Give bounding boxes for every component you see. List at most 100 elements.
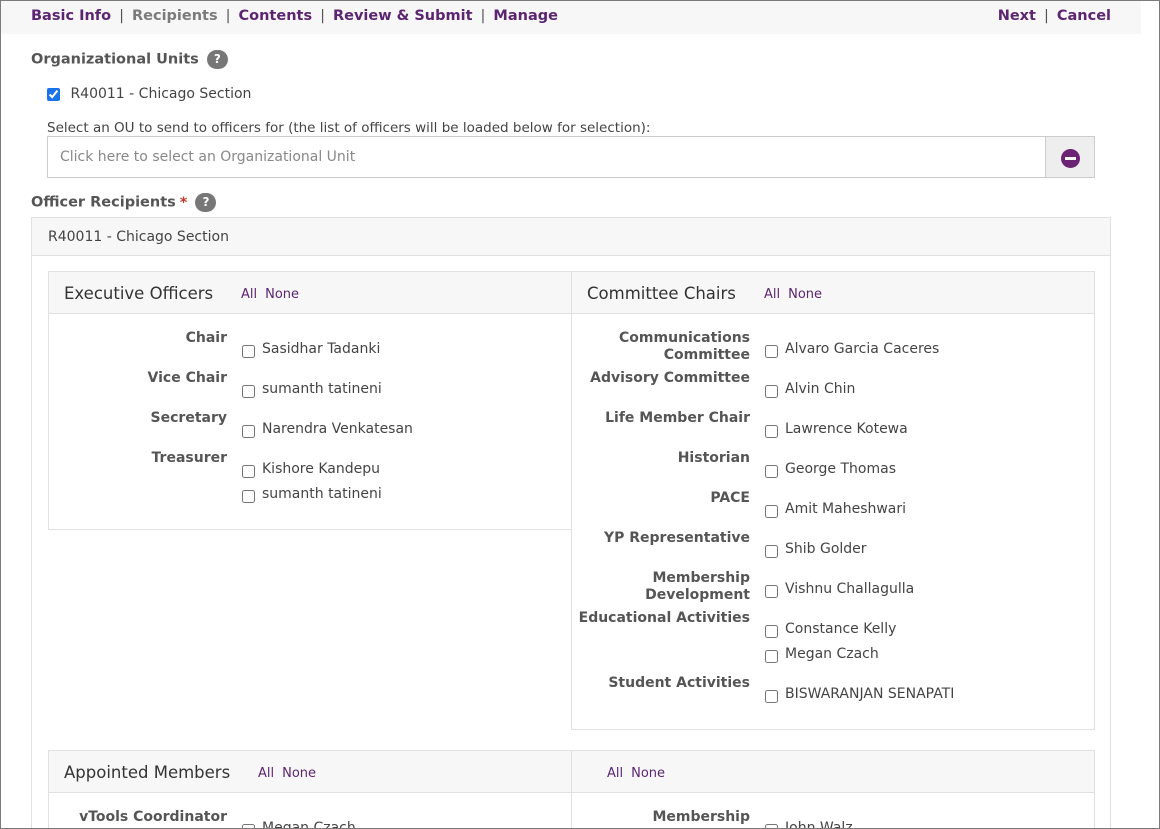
member-checkbox[interactable] (765, 624, 778, 638)
member-name: Vishnu Challagulla (785, 581, 915, 597)
member-option[interactable]: Vishnu Challagulla (765, 581, 915, 598)
member-option[interactable]: Megan Czach (765, 646, 879, 663)
role-label: Student Activities (608, 675, 750, 691)
member-checkbox[interactable] (765, 504, 778, 518)
member-name: Megan Czach (785, 646, 879, 662)
member-name: Megan Czach (262, 820, 356, 829)
member-name: sumanth tatineni (262, 486, 382, 502)
member-name: George Thomas (785, 461, 896, 477)
select-none-link[interactable]: None (788, 287, 822, 302)
selected-ou-option[interactable]: R40011 - Chicago Section (47, 86, 251, 102)
group-header: All None (572, 751, 1094, 793)
member-name: Alvaro Garcia Caceres (785, 341, 940, 357)
role-label: Membership (652, 809, 750, 825)
selected-ou-label: R40011 - Chicago Section (70, 86, 252, 102)
executive-officers-group: Executive Officers All None Chair Sasidha… (48, 271, 572, 530)
role-label: PACE (710, 490, 750, 506)
member-option[interactable]: Alvaro Garcia Caceres (765, 341, 940, 358)
member-checkbox[interactable] (765, 689, 778, 703)
member-name: Shib Golder (785, 541, 867, 557)
select-all-link[interactable]: All (764, 287, 780, 302)
member-checkbox[interactable] (242, 384, 255, 398)
ou-clear-button[interactable] (1045, 136, 1095, 178)
select-links: All None (258, 766, 324, 781)
role-label: Educational Activities (578, 610, 750, 626)
member-option[interactable]: BISWARANJAN SENAPATI (765, 686, 954, 703)
section-header: R40011 - Chicago Section (32, 218, 1110, 256)
nav-separator: | (480, 8, 486, 24)
select-all-link[interactable]: All (607, 766, 623, 781)
select-all-link[interactable]: All (241, 287, 257, 302)
member-checkbox[interactable] (765, 344, 778, 358)
member-option[interactable]: sumanth tatineni (242, 486, 382, 503)
role-label: Vice Chair (147, 370, 227, 386)
officers-panel: R40011 - Chicago Section Executive Offic… (31, 217, 1111, 829)
next-button[interactable]: Next (998, 8, 1036, 24)
role-label: Communications Committee (619, 330, 750, 363)
select-links: All None (241, 287, 307, 302)
member-name: Constance Kelly (785, 621, 897, 637)
member-option[interactable]: Constance Kelly (765, 621, 897, 638)
wizard-nav: Basic Info | Recipients | Contents | Review & … (1, 1, 1141, 34)
group-title: Executive Officers (64, 284, 214, 303)
member-checkbox[interactable] (765, 823, 778, 828)
member-name: Narendra Venkatesan (262, 421, 413, 437)
wizard-actions: Next | Cancel (998, 8, 1111, 24)
group-title: Appointed Members (64, 763, 231, 782)
role-label: Chair (185, 330, 227, 346)
member-checkbox[interactable] (242, 823, 255, 828)
help-icon[interactable]: ? (206, 50, 228, 69)
select-none-link[interactable]: None (282, 766, 316, 781)
select-all-link[interactable]: All (258, 766, 274, 781)
member-checkbox[interactable] (242, 489, 255, 503)
step-contents[interactable]: Contents (239, 8, 313, 24)
officer-recipients-heading: Officer Recipients * ? (31, 193, 217, 212)
member-option[interactable]: George Thomas (765, 461, 896, 478)
role-label: Advisory Committee (590, 370, 750, 386)
member-option[interactable]: Alvin Chin (765, 381, 855, 398)
member-checkbox[interactable] (242, 424, 255, 438)
member-name: Kishore Kandepu (262, 461, 380, 477)
nav-separator: | (119, 8, 124, 24)
step-manage[interactable]: Manage (493, 8, 558, 24)
select-none-link[interactable]: None (265, 287, 299, 302)
member-checkbox[interactable] (242, 464, 255, 478)
member-option[interactable]: sumanth tatineni (242, 381, 382, 398)
group-header: Committee Chairs All None (572, 272, 1094, 314)
member-option[interactable]: Amit Maheshwari (765, 501, 906, 518)
required-marker: * (179, 194, 188, 211)
member-checkbox[interactable] (765, 584, 778, 598)
member-option[interactable]: Narendra Venkatesan (242, 421, 413, 438)
nav-separator: | (1043, 8, 1049, 24)
member-checkbox[interactable] (765, 424, 778, 438)
member-checkbox[interactable] (765, 544, 778, 558)
member-option[interactable]: Sasidhar Tadanki (242, 341, 381, 358)
member-option[interactable]: Lawrence Kotewa (765, 421, 908, 438)
selected-ou-checkbox[interactable] (47, 87, 60, 101)
step-review-submit[interactable]: Review & Submit (333, 8, 473, 24)
member-option[interactable]: Shib Golder (765, 541, 867, 558)
role-label: YP Representative (603, 530, 750, 546)
nav-separator: | (225, 8, 231, 24)
group-title: Committee Chairs (587, 284, 736, 303)
member-checkbox[interactable] (765, 649, 778, 663)
member-checkbox[interactable] (765, 384, 778, 398)
ou-search-input[interactable] (47, 136, 1046, 178)
member-checkbox[interactable] (242, 344, 255, 358)
help-icon[interactable]: ? (195, 193, 217, 212)
committee-chairs-group: Committee Chairs All None Communications … (571, 271, 1095, 730)
wizard-steps: Basic Info | Recipients | Contents | Review & … (31, 8, 558, 24)
member-option[interactable]: Megan Czach (242, 820, 356, 829)
step-recipients[interactable]: Recipients (132, 8, 218, 24)
nav-separator: | (320, 8, 325, 24)
org-units-title: Organizational Units (31, 51, 199, 68)
member-name: Sasidhar Tadanki (262, 341, 381, 357)
appointed-members-group: Appointed Members All None vTools Coordin… (48, 750, 572, 829)
member-checkbox[interactable] (765, 464, 778, 478)
member-option[interactable]: Kishore Kandepu (242, 461, 380, 478)
select-none-link[interactable]: None (631, 766, 665, 781)
step-basic-info[interactable]: Basic Info (31, 8, 111, 24)
member-option[interactable]: John Walz (765, 820, 853, 828)
cancel-button[interactable]: Cancel (1057, 8, 1111, 24)
role-label: Membership Development (645, 570, 750, 603)
